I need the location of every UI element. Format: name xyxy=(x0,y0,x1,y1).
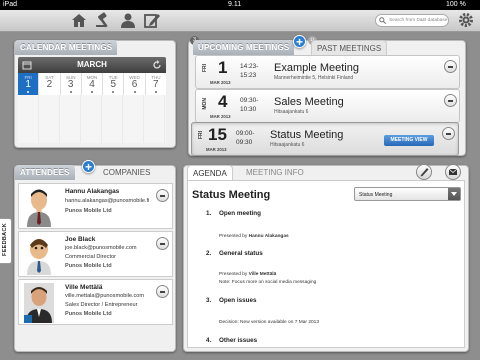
agenda-title: Status Meeting xyxy=(192,189,271,201)
remove-meeting-button[interactable] xyxy=(444,94,457,107)
meeting-title: Example Meeting xyxy=(274,62,359,74)
meeting-row-selected[interactable]: FRI 15 MAR 2013 09:00- 09:30 Status Meeti… xyxy=(191,122,459,156)
search-icon xyxy=(379,17,386,24)
agenda-document: Status Meeting Status Meeting 1. Open mee… xyxy=(187,180,465,348)
top-toolbar: Search from D&B database xyxy=(0,10,480,32)
avatar xyxy=(24,283,54,323)
meeting-month: MAR 2013 xyxy=(210,80,231,85)
add-meeting-button[interactable]: + xyxy=(293,35,306,48)
agenda-item-presenter: Presented by Hannu Alakangas xyxy=(219,234,289,239)
tab-meeting-info[interactable]: MEETING INFO xyxy=(241,165,309,180)
meeting-day: 1 xyxy=(218,58,228,77)
attendee-card[interactable]: Hannu Alakangas hannu.alakangas@punosmob… xyxy=(18,183,173,229)
calendar-week-strip: FRI 1 SAT 2 SUN 3 MON 4 TUE 5 WED 6 THU 7 xyxy=(18,73,166,95)
search-input[interactable]: Search from D&B database xyxy=(375,14,449,27)
email-button[interactable] xyxy=(445,164,461,180)
tab-calendar-meetings[interactable]: CALENDAR MEETINGS xyxy=(15,40,118,55)
edit-button[interactable] xyxy=(416,164,432,180)
calendar-grid xyxy=(18,95,166,143)
chevron-down-icon xyxy=(448,188,460,200)
tab-attendees[interactable]: ATTENDEES xyxy=(15,165,75,180)
avatar xyxy=(27,239,51,275)
agenda-item-heading: 3. Open issues xyxy=(206,297,257,304)
agenda-item-note: Decision: New version available on 7 Mar… xyxy=(219,320,319,325)
agenda-item-heading: 4. Other issues xyxy=(206,337,258,344)
status-bar: iPad 9.11 100 % xyxy=(0,0,480,10)
remove-attendee-button[interactable] xyxy=(156,285,169,298)
attendee-company: Punos Mobile Ltd xyxy=(65,263,112,269)
meeting-view-button[interactable]: MEETING VIEW xyxy=(384,135,434,146)
remove-meeting-button[interactable] xyxy=(444,60,457,73)
attendee-company: Punos Mobile Ltd xyxy=(65,311,112,317)
feedback-label: FEEDBACK xyxy=(2,223,8,256)
tab-past-meetings[interactable]: PAST MEETINGS xyxy=(311,40,388,56)
tab-upcoming-meetings[interactable]: UPCOMING MEETINGS xyxy=(193,40,295,55)
calendar-month-bar: MARCH xyxy=(18,57,166,73)
remove-attendee-button[interactable] xyxy=(156,237,169,250)
attendee-name: Ville Mettälä xyxy=(65,284,103,291)
agenda-item-heading: 1. Open meeting xyxy=(206,210,261,217)
meeting-dow: FRI xyxy=(202,64,208,73)
carrier-label: iPad xyxy=(3,1,18,8)
meeting-title: Status Meeting xyxy=(270,129,344,141)
agenda-select-value: Status Meeting xyxy=(359,192,393,198)
calendar-day[interactable]: THU 7 xyxy=(146,73,166,95)
person-icon[interactable] xyxy=(119,12,137,28)
attendee-title: Sales Director / Entrepreneur xyxy=(65,302,138,308)
calendar-day[interactable]: SAT 2 xyxy=(39,73,61,95)
add-attendee-button[interactable]: + xyxy=(82,160,95,173)
meeting-dow: FRI xyxy=(198,131,204,140)
meeting-dow: MON xyxy=(202,98,208,110)
remove-meeting-button[interactable] xyxy=(442,127,455,140)
gavel-icon[interactable] xyxy=(94,12,112,28)
meeting-time: 09:30- 10:30 xyxy=(240,97,259,113)
attendee-card[interactable]: Ville Mettälä ville.mettala@punosmobile.… xyxy=(18,279,173,325)
agenda-template-select[interactable]: Status Meeting xyxy=(354,187,461,201)
envelope-icon xyxy=(448,168,458,175)
meeting-title: Sales Meeting xyxy=(274,96,344,108)
tab-agenda[interactable]: AGENDA xyxy=(187,165,233,181)
attendee-company: Punos Mobile Ltd xyxy=(65,208,112,214)
tab-companies[interactable]: COMPANIES xyxy=(98,165,155,180)
calendar-day[interactable]: SUN 3 xyxy=(61,73,82,95)
meeting-month: MAR 2013 xyxy=(210,114,231,119)
agenda-item-presenter: Presented by Ville Mettälä xyxy=(219,272,277,277)
battery-label: 100 % xyxy=(446,1,466,8)
attendee-card[interactable]: Joe Black joe.black@punosmobile.com Comm… xyxy=(18,231,173,277)
search-placeholder: Search from D&B database xyxy=(389,18,448,23)
meeting-row[interactable]: MON 4 MAR 2013 09:30- 10:30 Sales Meeting… xyxy=(195,89,460,123)
calendar-icon[interactable] xyxy=(22,60,32,70)
meeting-time: 14:23- 15:23 xyxy=(240,63,259,79)
meeting-time: 09:00- 09:30 xyxy=(236,130,255,146)
meeting-day: 15 xyxy=(208,125,227,144)
feedback-tab[interactable]: FEEDBACK xyxy=(0,218,12,264)
home-icon[interactable] xyxy=(70,12,88,28)
calendar-month: MARCH xyxy=(77,60,107,69)
pencil-icon xyxy=(420,168,429,177)
meeting-address: Hitsaajankatu 6 xyxy=(270,142,305,148)
calendar-day[interactable]: WED 6 xyxy=(124,73,146,95)
attendee-name: Hannu Alakangas xyxy=(65,188,120,195)
meeting-address: Hitsaajankatu 6 xyxy=(274,109,309,115)
avatar xyxy=(27,189,51,227)
meeting-month: MAR 2013 xyxy=(206,147,227,152)
agenda-item-note: Note: Focus more on social media messagi… xyxy=(219,280,317,285)
clock: 9.11 xyxy=(228,1,242,8)
attendee-email: hannu.alakangas@punosmobile.fi xyxy=(65,198,150,204)
gear-icon[interactable] xyxy=(458,12,474,28)
meeting-day: 4 xyxy=(218,92,228,111)
calendar-day[interactable]: MON 4 xyxy=(82,73,104,95)
refresh-icon[interactable] xyxy=(152,60,162,70)
attendee-email: ville.mettala@punosmobile.com xyxy=(65,293,145,299)
attendee-email: joe.black@punosmobile.com xyxy=(65,245,137,251)
meeting-row[interactable]: FRI 1 MAR 2013 14:23- 15:23 Example Meeti… xyxy=(195,55,460,89)
meeting-address: Mannerheimintie 5, Helsinki Finland xyxy=(274,75,354,81)
attendee-name: Joe Black xyxy=(65,236,96,243)
calendar-day[interactable]: TUE 5 xyxy=(103,73,125,95)
calendar-day[interactable]: FRI 1 xyxy=(18,73,40,95)
agenda-item-heading: 2. General status xyxy=(206,250,263,257)
remove-attendee-button[interactable] xyxy=(156,189,169,202)
edit-note-icon[interactable] xyxy=(143,12,161,28)
attendee-title: Commercial Director xyxy=(65,254,116,260)
